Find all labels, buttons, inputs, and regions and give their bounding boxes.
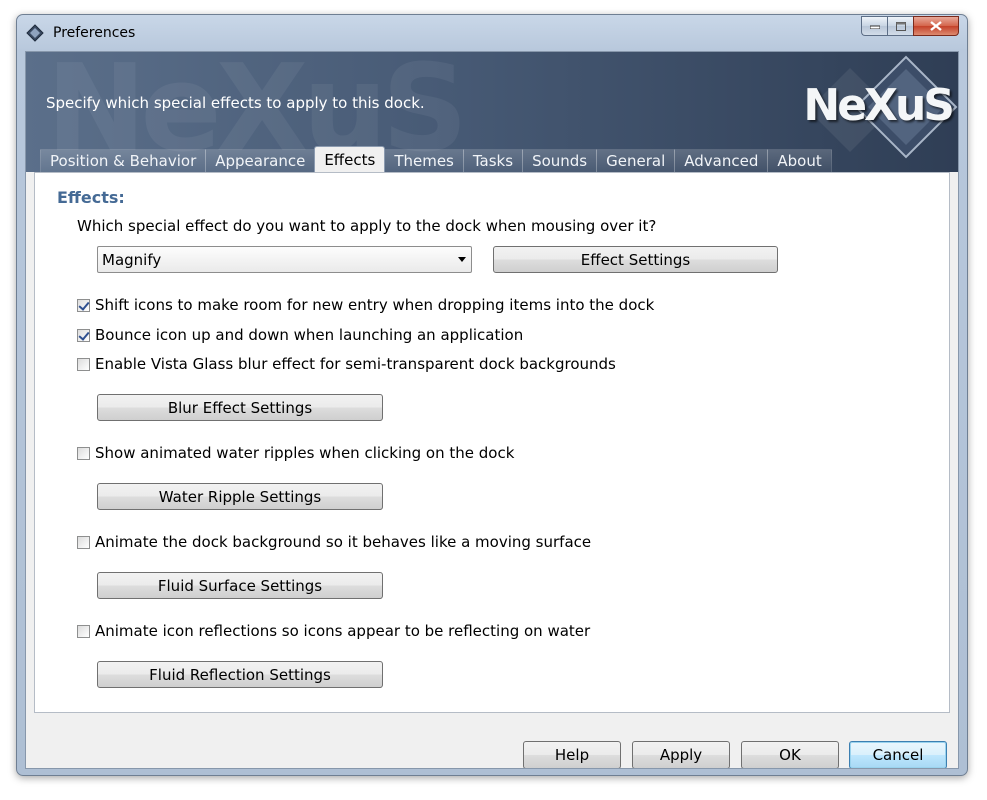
- option-row-glass-blur[interactable]: Enable Vista Glass blur effect for semi-…: [77, 354, 616, 374]
- help-button[interactable]: Help: [523, 741, 621, 768]
- close-icon: [930, 21, 942, 31]
- option-row-shift-icons[interactable]: Shift icons to make room for new entry w…: [77, 295, 654, 315]
- option-row-water-ripples[interactable]: Show animated water ripples when clickin…: [77, 443, 514, 463]
- tab-tasks[interactable]: Tasks: [462, 149, 524, 172]
- option-row-fluid-surface[interactable]: Animate the dock background so it behave…: [77, 532, 591, 552]
- tab-sounds[interactable]: Sounds: [522, 149, 598, 172]
- preferences-window: Preferences NeXuS Specify which special …: [16, 14, 968, 776]
- fluid-reflection-settings-button[interactable]: Fluid Reflection Settings: [97, 661, 383, 688]
- glass-blur-label: Enable Vista Glass blur effect for semi-…: [95, 355, 616, 373]
- effect-question-label: Which special effect do you want to appl…: [77, 217, 657, 235]
- maximize-icon: [895, 21, 906, 31]
- ok-button[interactable]: OK: [741, 741, 839, 768]
- dialog-footer: Help Apply OK Cancel: [26, 713, 958, 768]
- tab-about[interactable]: About: [767, 149, 832, 172]
- caption-buttons: [861, 16, 959, 38]
- apply-button[interactable]: Apply: [632, 741, 730, 768]
- tab-advanced[interactable]: Advanced: [674, 149, 769, 172]
- window-title: Preferences: [53, 25, 136, 41]
- tab-effects[interactable]: Effects: [314, 146, 386, 172]
- effect-settings-button[interactable]: Effect Settings: [493, 246, 778, 273]
- bounce-icon-label: Bounce icon up and down when launching a…: [95, 326, 524, 344]
- logo-wordmark: NeXuS: [803, 80, 955, 131]
- tab-position-behavior[interactable]: Position & Behavior: [40, 149, 207, 172]
- water-ripples-checkbox[interactable]: [77, 446, 90, 460]
- blur-effect-settings-button[interactable]: Blur Effect Settings: [97, 394, 383, 421]
- page-description: Specify which special effects to apply t…: [46, 94, 425, 112]
- water-ripple-settings-button[interactable]: Water Ripple Settings: [97, 483, 383, 510]
- title-bar[interactable]: Preferences: [17, 15, 967, 51]
- shift-icons-checkbox[interactable]: [77, 298, 90, 312]
- fluid-surface-checkbox[interactable]: [77, 535, 90, 549]
- bounce-icon-checkbox[interactable]: [77, 328, 90, 342]
- option-row-fluid-reflection[interactable]: Animate icon reflections so icons appear…: [77, 621, 590, 641]
- minimize-icon: [869, 25, 880, 29]
- fluid-reflection-checkbox[interactable]: [77, 624, 90, 638]
- maximize-button[interactable]: [887, 16, 913, 36]
- tab-strip: Position & Behavior Appearance Effects T…: [40, 146, 832, 172]
- fluid-reflection-label: Animate icon reflections so icons appear…: [95, 622, 591, 640]
- glass-blur-checkbox[interactable]: [77, 357, 90, 371]
- section-title: Effects:: [57, 188, 125, 207]
- effect-select-value: Magnify: [102, 250, 162, 269]
- minimize-button[interactable]: [861, 16, 887, 36]
- nexus-app-icon: [26, 24, 44, 42]
- fluid-surface-label: Animate the dock background so it behave…: [95, 533, 592, 551]
- tab-themes[interactable]: Themes: [384, 149, 464, 172]
- client-area: NeXuS Specify which special effects to a…: [25, 51, 959, 769]
- dropdown-arrow-icon: [458, 257, 466, 262]
- effects-panel: Effects: Which special effect do you wan…: [34, 172, 950, 713]
- shift-icons-label: Shift icons to make room for new entry w…: [95, 296, 655, 314]
- effect-select[interactable]: Magnify: [97, 246, 472, 273]
- close-button[interactable]: [913, 16, 959, 36]
- option-row-bounce-icon[interactable]: Bounce icon up and down when launching a…: [77, 325, 523, 345]
- water-ripples-label: Show animated water ripples when clickin…: [95, 444, 515, 462]
- fluid-surface-settings-button[interactable]: Fluid Surface Settings: [97, 572, 383, 599]
- cancel-button[interactable]: Cancel: [849, 741, 947, 768]
- tab-general[interactable]: General: [596, 149, 676, 172]
- tab-appearance[interactable]: Appearance: [205, 149, 316, 172]
